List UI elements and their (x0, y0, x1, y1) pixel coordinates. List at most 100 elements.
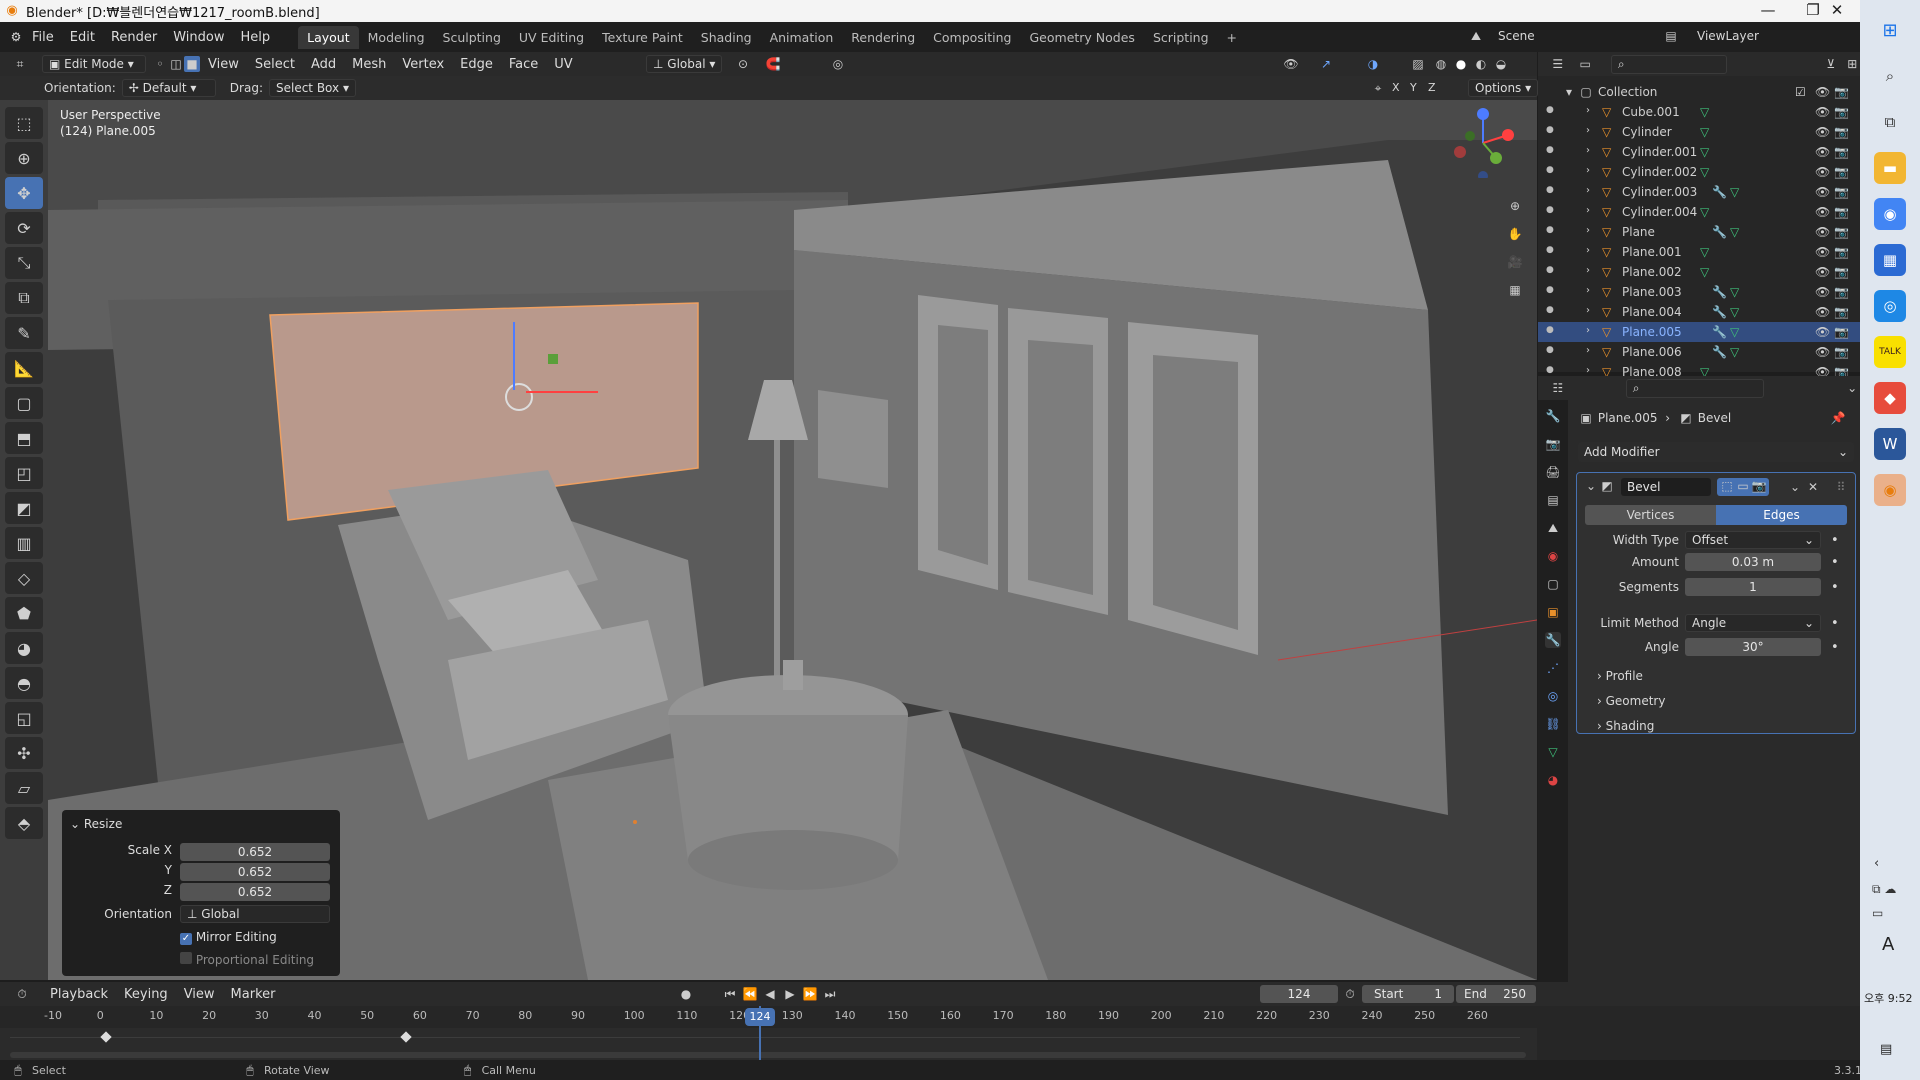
display-mode-icon[interactable]: ▭ (1577, 56, 1592, 72)
edit-mode-dot-icon[interactable]: ● (1546, 345, 1554, 355)
tray-expand-icon[interactable]: ‹ (1874, 856, 1879, 871)
expand-arrow-icon[interactable]: › (1586, 345, 1590, 356)
edit-mode-toggle-icon[interactable]: ⬚ (1719, 478, 1735, 494)
subpanel-profile[interactable]: › Profile (1597, 669, 1643, 683)
object-tab-icon[interactable]: ▣ (1545, 604, 1561, 620)
limit-method-keyframe-dot[interactable]: • (1831, 616, 1839, 631)
modifier-tab-icon[interactable]: 🔧 (1545, 632, 1561, 648)
camera-view-icon[interactable]: 🎥 (1507, 254, 1523, 270)
eye-icon[interactable]: 👁 (1815, 245, 1830, 259)
workspace-tab-sculpting[interactable]: Sculpting (434, 26, 510, 49)
keyframe-marker[interactable] (100, 1031, 112, 1043)
spin-tool[interactable]: ◕ (5, 632, 43, 664)
workspace-tab-scripting[interactable]: Scripting (1144, 26, 1218, 49)
app-icon[interactable]: ◆ (1874, 382, 1906, 414)
eye-icon[interactable]: 👁 (1815, 345, 1830, 359)
close-button[interactable]: ✕ (1814, 0, 1860, 22)
loop-cut-tool[interactable]: ▥ (5, 527, 43, 559)
render-tab-icon[interactable]: 📷 (1545, 436, 1561, 452)
bevel-tool[interactable]: ◩ (5, 492, 43, 524)
extrude-tool[interactable]: ⬒ (5, 422, 43, 454)
camera-icon[interactable]: 📷 (1834, 105, 1849, 119)
snap-icon[interactable]: 🧲 (765, 56, 781, 72)
viewport-toggle-icon[interactable]: ▭ (1735, 478, 1751, 494)
modifier-wrench-icon[interactable]: 🔧 (1712, 345, 1727, 359)
navigation-gizmo[interactable] (1448, 108, 1518, 178)
expand-arrow-icon[interactable]: › (1586, 325, 1590, 336)
edge-select-icon[interactable]: ◫ (168, 56, 184, 72)
inset-tool[interactable]: ◰ (5, 457, 43, 489)
operator-orientation-dropdown[interactable]: ⊥ Global (180, 905, 330, 923)
mode-selector[interactable]: ▣ Edit Mode ▾ (42, 55, 146, 73)
limit-method-dropdown[interactable]: Angle ⌄ (1685, 614, 1821, 632)
recorder-icon[interactable]: ◎ (1874, 290, 1906, 322)
prev-keyframe-icon[interactable]: ⏪ (742, 986, 758, 1002)
scene-tab-icon[interactable]: ⛰ (1545, 520, 1561, 536)
network-icon[interactable]: ▭ (1872, 906, 1883, 920)
angle-field[interactable]: 30° (1685, 638, 1821, 656)
workspace-tab-texture-paint[interactable]: Texture Paint (593, 26, 692, 49)
expand-arrow-icon[interactable]: › (1586, 205, 1590, 216)
modifier-collapse-icon[interactable]: ⌄ (1583, 478, 1599, 494)
edit-mode-dot-icon[interactable]: ● (1546, 185, 1554, 195)
mesh-data-icon[interactable]: ▽ (1700, 205, 1709, 219)
operator-header[interactable]: ⌄ Resize (62, 810, 340, 838)
windows-start-icon[interactable]: ⊞ (1874, 14, 1906, 46)
expand-arrow-icon[interactable]: › (1586, 125, 1590, 136)
keyframe-area[interactable] (0, 1028, 1537, 1060)
outliner-item[interactable]: ● › ▽ Cylinder.003 🔧 ▽ 👁 📷 (1538, 182, 1860, 202)
blender-menu-icon[interactable]: ⚙ (8, 29, 24, 45)
calculator-icon[interactable]: ▦ (1874, 244, 1906, 276)
tab-edges[interactable]: Edges (1716, 505, 1847, 525)
outliner-item[interactable]: ● › ▽ Cylinder.002 ▽ 👁 📷 (1538, 162, 1860, 182)
rendered-shading-icon[interactable]: ◒ (1493, 56, 1509, 72)
material-tab-icon[interactable]: ◕ (1545, 772, 1561, 788)
breadcrumb-modifier[interactable]: Bevel (1698, 411, 1731, 425)
mirror-axis-y[interactable]: Y (1410, 81, 1417, 94)
timeline-scrollbar[interactable] (10, 1052, 1526, 1058)
scale-z-field[interactable]: 0.652 (180, 883, 330, 901)
end-frame-field[interactable]: End 250 (1456, 985, 1536, 1003)
expand-arrow-icon[interactable]: › (1586, 225, 1590, 236)
expand-arrow-icon[interactable]: › (1586, 165, 1590, 176)
menu-edit[interactable]: Edit (62, 30, 103, 45)
rotate-tool[interactable]: ⟳ (5, 212, 43, 244)
new-collection-icon[interactable]: ⊞ (1845, 56, 1860, 72)
keyframe-marker[interactable] (400, 1031, 412, 1043)
outliner-collection-row[interactable]: ▾ ▢ Collection ☑ 👁 📷 (1538, 82, 1860, 102)
workspace-tab-uv-editing[interactable]: UV Editing (510, 26, 593, 49)
notification-icon[interactable]: ▤ (1880, 1042, 1892, 1057)
workspace-tab-modeling[interactable]: Modeling (359, 26, 434, 49)
camera-icon[interactable]: 📷 (1834, 205, 1849, 219)
edit-mode-dot-icon[interactable]: ● (1546, 125, 1554, 135)
edit-mode-dot-icon[interactable]: ● (1546, 265, 1554, 275)
expand-arrow-icon[interactable]: › (1586, 365, 1590, 376)
width-type-keyframe-dot[interactable]: • (1831, 533, 1839, 548)
modifier-wrench-icon[interactable]: 🔧 (1712, 305, 1727, 319)
mesh-data-icon[interactable]: ▽ (1700, 245, 1709, 259)
outliner-item[interactable]: ● › ▽ Plane.004 🔧 ▽ 👁 📷 (1538, 302, 1860, 322)
edit-mode-dot-icon[interactable]: ● (1546, 365, 1554, 375)
record-icon[interactable]: ● (678, 986, 694, 1002)
expand-arrow-icon[interactable]: › (1586, 265, 1590, 276)
subpanel-geometry[interactable]: › Geometry (1597, 694, 1665, 708)
edit-mode-dot-icon[interactable]: ● (1546, 305, 1554, 315)
filter-icon[interactable]: ⊻ (1823, 56, 1838, 72)
tool-tab-icon[interactable]: 🔧 (1545, 408, 1561, 424)
blender-taskbar-icon[interactable]: ◉ (1874, 474, 1906, 506)
add-modifier-dropdown[interactable]: Add Modifier ⌄ (1578, 442, 1854, 462)
shrink-fatten-tool[interactable]: ✣ (5, 737, 43, 769)
header-menu-edge[interactable]: Edge (452, 57, 501, 72)
eye-icon[interactable]: 👁 (1815, 225, 1830, 239)
eye-icon[interactable]: 👁 (1815, 125, 1830, 139)
measure-tool[interactable]: 📐 (5, 352, 43, 384)
outliner-editor-icon[interactable]: ☰ (1550, 56, 1565, 72)
jump-end-icon[interactable]: ⏭ (822, 986, 838, 1002)
camera-icon[interactable]: 📷 (1834, 345, 1849, 359)
world-tab-icon[interactable]: ◉ (1545, 548, 1561, 564)
play-reverse-icon[interactable]: ◀ (762, 986, 778, 1002)
menu-file[interactable]: File (24, 30, 62, 45)
timeline-menu-keying[interactable]: Keying (116, 987, 176, 1002)
workspace-tab-layout[interactable]: Layout (298, 25, 359, 49)
modifier-wrench-icon[interactable]: 🔧 (1712, 285, 1727, 299)
